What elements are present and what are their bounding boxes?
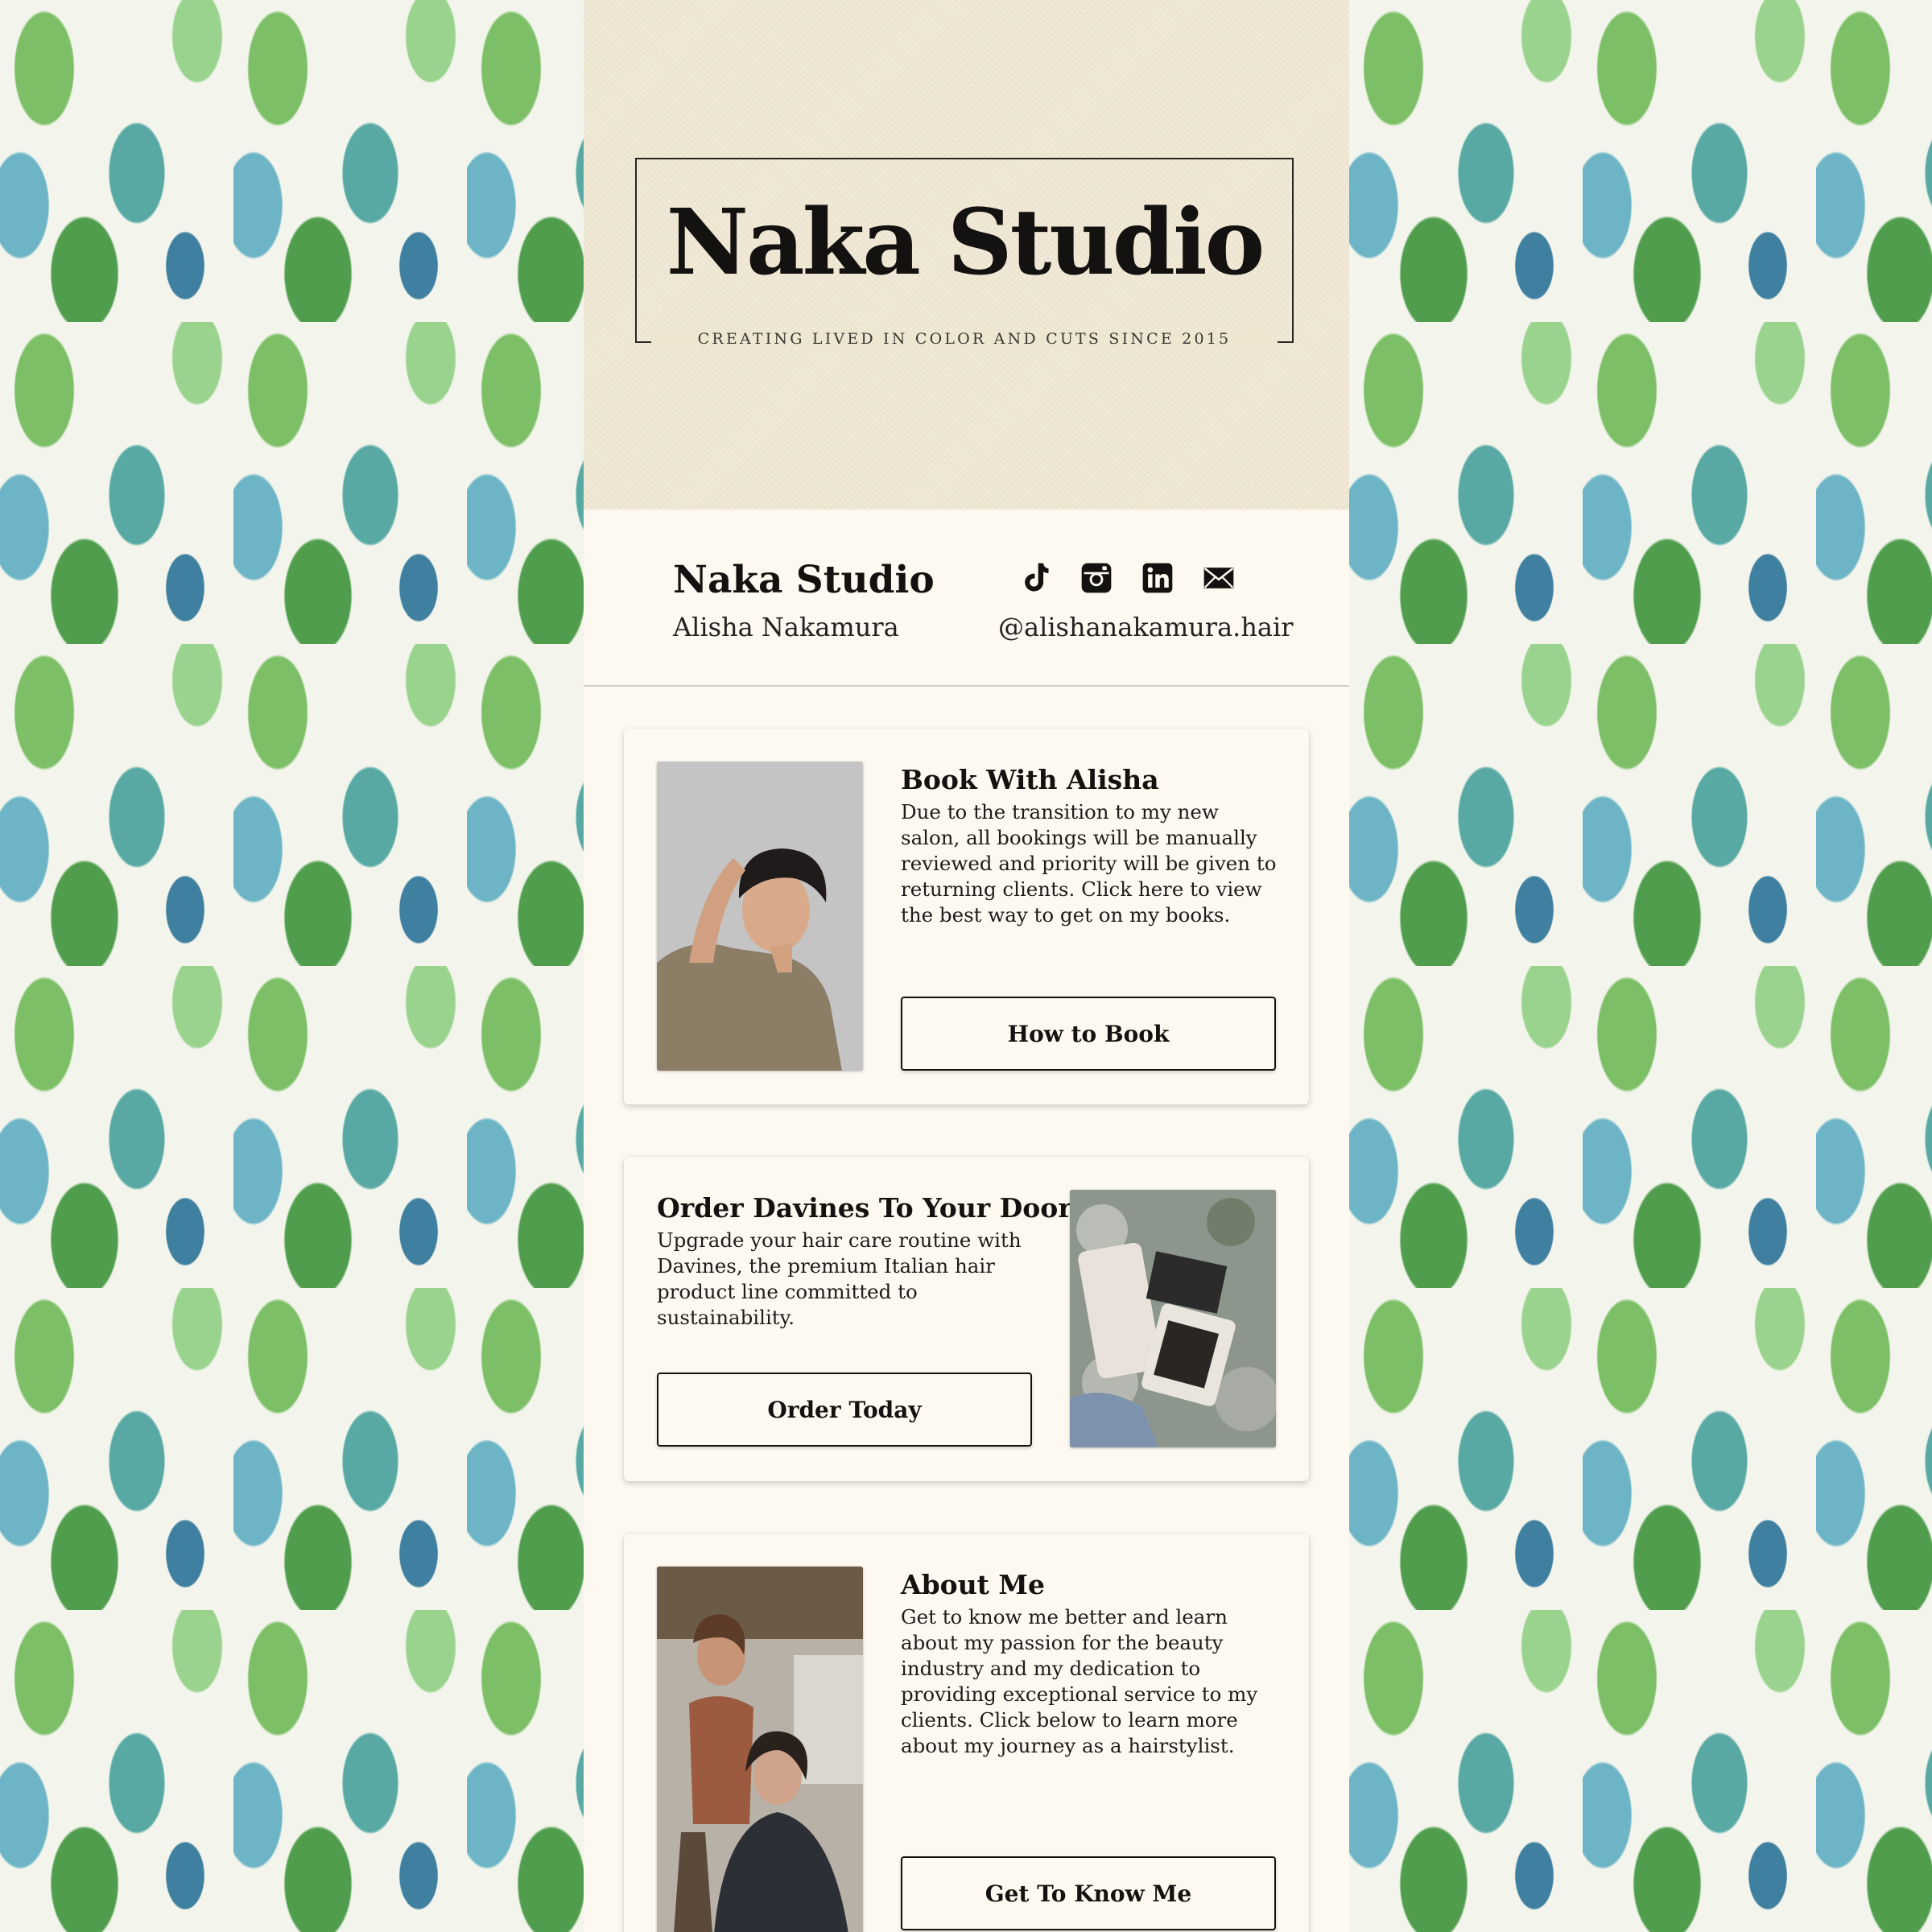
- link-page-column: Naka Studio CREATING LIVED IN COLOR AND …: [584, 0, 1349, 1932]
- how-to-book-button[interactable]: How to Book: [901, 997, 1276, 1071]
- card-title: About Me: [901, 1569, 1045, 1600]
- email-icon[interactable]: [1200, 559, 1237, 597]
- davines-order-card: Order Davines To Your Door Upgrade your …: [624, 1157, 1309, 1481]
- logo-title: Naka Studio: [666, 190, 1265, 295]
- card-title: Book With Alisha: [901, 764, 1159, 795]
- card-description: Get to know me better and learn about my…: [901, 1605, 1258, 1757]
- profile-header: Naka Studio Alisha Nakamura @alishanakam…: [584, 510, 1349, 687]
- logo: Naka Studio CREATING LIVED IN COLOR AND …: [635, 158, 1294, 348]
- profile-person-name: Alisha Nakamura: [673, 612, 899, 642]
- instagram-icon[interactable]: [1078, 559, 1115, 597]
- salon-video-thumbnail: [657, 1567, 863, 1932]
- get-to-know-me-button[interactable]: Get To Know Me: [901, 1856, 1276, 1930]
- header-banner: Naka Studio CREATING LIVED IN COLOR AND …: [584, 0, 1349, 510]
- social-links: [1017, 559, 1237, 597]
- booking-card: Book With Alisha Due to the transition t…: [624, 729, 1309, 1104]
- cactus-background-right: [1349, 0, 1932, 1932]
- profile-name: Naka Studio: [673, 558, 935, 602]
- stylist-portrait-image: [657, 762, 863, 1071]
- card-title: Order Davines To Your Door: [657, 1192, 1072, 1224]
- about-me-card: About Me Get to know me better and learn…: [624, 1534, 1309, 1932]
- logo-tagline: CREATING LIVED IN COLOR AND CUTS SINCE 2…: [650, 330, 1278, 348]
- card-description: Due to the transition to my new salon, a…: [901, 800, 1277, 927]
- linkedin-icon[interactable]: [1139, 559, 1176, 597]
- order-today-button[interactable]: Order Today: [657, 1373, 1032, 1447]
- card-description: Upgrade your hair care routine with Davi…: [657, 1228, 1022, 1329]
- davines-products-image: [1070, 1190, 1276, 1447]
- profile-handle: @alishanakamura.hair: [998, 612, 1294, 642]
- cactus-background-left: [0, 0, 584, 1932]
- tiktok-icon[interactable]: [1017, 559, 1054, 597]
